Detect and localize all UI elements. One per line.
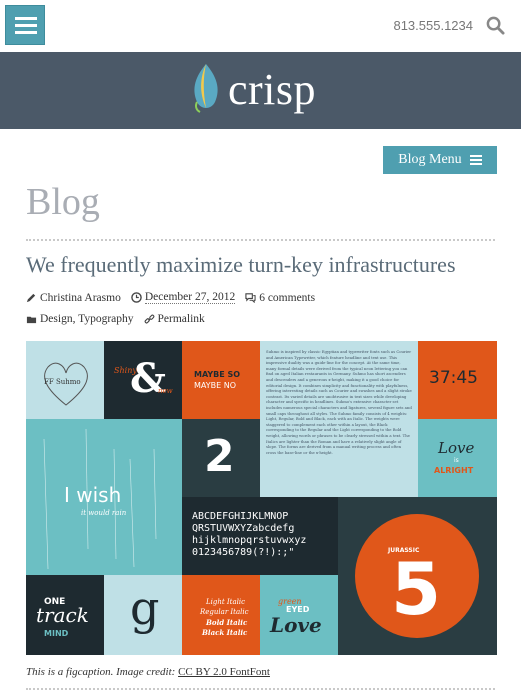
figure-caption: This is a figcaption. Image credit: CC B… [26,666,270,678]
tile-jurassic-five: JURASSIC 5 [338,497,497,655]
folder-icon [26,316,37,323]
post-meta-secondary: Design, Typography Permalink [26,313,205,325]
tile-text: MAYBE SO [194,370,241,379]
tile-text: hijklmnopqrstuvwxyz [192,535,307,546]
tile-text: FF Suhmo [44,378,81,386]
tile-body-text: Suhmo is inspired by classic Egyptian an… [260,341,418,497]
tile-ampersand: Shiny & new [104,341,182,419]
tile-text: 37:45 [429,368,478,388]
post-comments[interactable]: 6 comments [259,292,315,304]
caption-credit-link[interactable]: CC BY 2.0 FontFont [178,666,270,678]
top-bar: 813.555.1234 [0,0,521,52]
tile-italics: Light Italic Regular Italic Bold Italic … [182,575,260,655]
tile-text: track [36,603,89,627]
tile-two: 2 [182,419,260,497]
brand-bar: crisp [0,52,521,129]
post-meta-primary: Christina Arasmo December 27, 2012 6 com… [26,291,315,304]
hamburger-icon [15,24,37,27]
tile-text: MIND [44,629,69,638]
pencil-icon [26,293,36,303]
logo-text: crisp [228,65,317,114]
link-icon [144,314,154,323]
tile-text: is [454,457,459,464]
tile-text: it would rain [81,509,127,517]
tile-g: g [104,575,182,655]
tile-text: Love [270,613,322,637]
tile-text: Love [438,439,475,457]
tile-ff-suhmo: FF Suhmo [26,341,104,419]
tile-text: 0123456789(?!):;" [192,547,295,558]
hamburger-icon [15,31,37,34]
tile-text: Bold Italic [206,618,248,627]
leaf-icon [194,64,218,113]
tile-maybe: MAYBE SO MAYBE NO [182,341,260,419]
tile-text: 5 [391,547,442,631]
post-categories[interactable]: Design, Typography [40,313,134,325]
tile-text: Black Italic [202,628,248,637]
tile-text: QRSTUVWXYZabcdefg [192,523,295,534]
tile-alphabet: ABCDEFGHIJKLMNOP QRSTUVWXYZabcdefg hijkl… [182,497,338,575]
site-logo[interactable]: crisp [191,60,336,120]
tile-one-track: ONE track MIND [26,575,104,655]
tile-text: Light Italic [206,598,246,606]
tile-love-alright: Love is ALRIGHT [418,419,497,497]
tile-text: MAYBE NO [194,381,237,390]
tile-text: Regular Italic [200,608,249,616]
tile-text: g [130,581,160,635]
blog-menu-label: Blog Menu [398,152,462,167]
tile-text: new [158,387,173,395]
blog-menu-button[interactable]: Blog Menu [383,146,497,174]
post-title[interactable]: We frequently maximize turn-key infrastr… [26,252,456,278]
post-figure: FF Suhmo Shiny & new MAYBE SO MAYBE NO S… [26,341,497,655]
tile-time: 37:45 [418,341,497,419]
tile-text: I wish [64,483,122,507]
tile-text: Suhmo is inspired by classic Egyptian an… [266,349,412,455]
post-date-link[interactable]: December 27, 2012 [144,291,236,304]
clock-icon [131,292,142,303]
divider [26,688,495,690]
caption-text: This is a figcaption. Image credit: [26,666,176,678]
divider [26,239,495,241]
hamburger-icon [15,17,37,20]
menu-button[interactable] [5,5,45,45]
tile-text: 2 [204,431,235,482]
tile-text: ABCDEFGHIJKLMNOP [192,511,289,522]
page-title: Blog [26,181,100,223]
post-permalink[interactable]: Permalink [158,313,205,325]
comments-icon [245,293,256,303]
post-author[interactable]: Christina Arasmo [40,292,121,304]
search-icon[interactable] [486,16,505,35]
tile-green-eyed-love: green EYED Love [260,575,338,655]
list-icon [469,155,482,165]
tile-text: ALRIGHT [434,466,474,475]
phone-number[interactable]: 813.555.1234 [393,18,473,33]
tile-i-wish: I wish it would rain [26,419,182,575]
